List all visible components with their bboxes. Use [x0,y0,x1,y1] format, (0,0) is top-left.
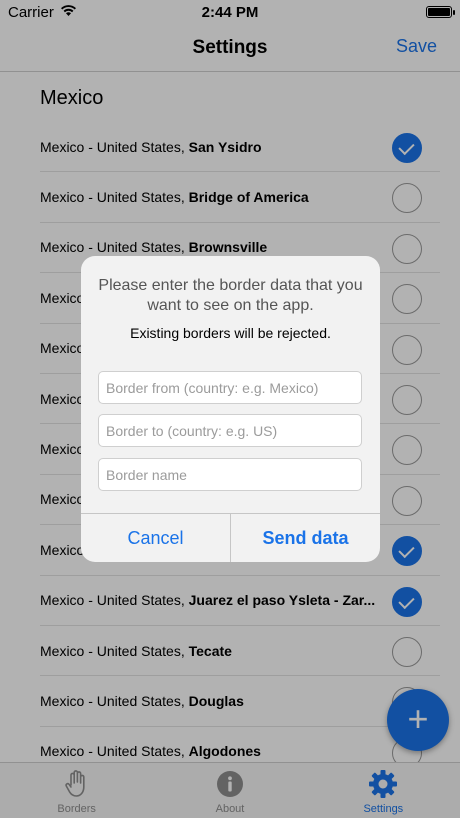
border-data-alert: Please enter the border data that you wa… [81,256,380,562]
alert-buttons: Cancel Send data [81,513,380,562]
cancel-button[interactable]: Cancel [81,514,230,562]
alert-message: Existing borders will be rejected. [130,325,331,341]
send-data-button[interactable]: Send data [230,514,380,562]
border-name-field[interactable] [98,458,362,491]
alert-title: Please enter the border data that you wa… [98,277,363,314]
border-from-field[interactable] [98,371,362,404]
border-to-field[interactable] [98,414,362,447]
